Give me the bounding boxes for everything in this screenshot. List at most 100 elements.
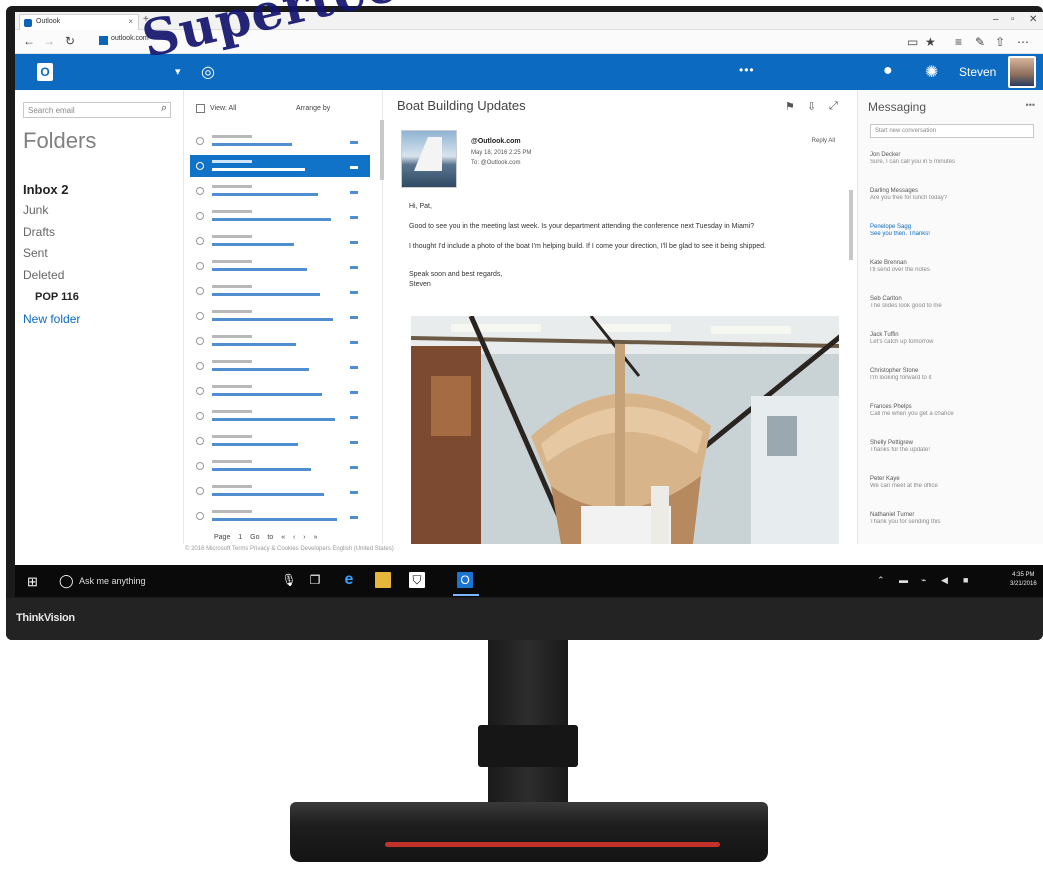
store-icon[interactable]: ⛉ (409, 572, 425, 588)
microphone-icon[interactable]: 🎙 (281, 572, 297, 588)
table-row[interactable] (190, 130, 370, 152)
browser-tab[interactable]: Outlook × (19, 14, 139, 30)
more-icon[interactable]: ⋯ (1017, 35, 1029, 49)
row-checkbox[interactable] (196, 462, 204, 470)
conversation-search-input[interactable]: Start new conversation (870, 124, 1034, 138)
reading-view-icon[interactable]: ▭ (907, 35, 918, 49)
tab-close-icon[interactable]: × (128, 17, 133, 26)
web-note-icon[interactable]: ✎ (975, 35, 985, 49)
folder-junk[interactable]: Junk (23, 203, 48, 217)
avatar[interactable] (1008, 56, 1036, 88)
row-checkbox[interactable] (196, 312, 204, 320)
chevron-up-icon[interactable]: ⌃ (877, 575, 885, 586)
table-row[interactable] (190, 180, 370, 202)
favorite-star-icon[interactable]: ★ (925, 35, 936, 49)
row-checkbox[interactable] (196, 337, 204, 345)
contact-item[interactable]: Jon Decker Sure, I can call you in 5 minu… (870, 152, 1030, 165)
reply-all-button[interactable]: Reply All (812, 138, 835, 144)
forward-icon[interactable]: → (43, 34, 55, 48)
flag-icon[interactable]: ⚑ (785, 100, 795, 113)
table-row[interactable] (190, 330, 370, 352)
table-row[interactable] (190, 205, 370, 227)
contact-item[interactable]: Darling Messages Are you free for lunch t… (870, 188, 1030, 201)
close-window-icon[interactable]: ✕ (1029, 14, 1037, 25)
sender-address[interactable]: @Outlook.com (471, 138, 521, 145)
globe-icon[interactable]: ◎ (201, 62, 215, 82)
row-checkbox[interactable] (196, 387, 204, 395)
row-checkbox[interactable] (196, 162, 204, 170)
edge-browser-icon[interactable]: e (341, 572, 357, 588)
row-checkbox[interactable] (196, 362, 204, 370)
row-checkbox[interactable] (196, 487, 204, 495)
row-checkbox[interactable] (196, 412, 204, 420)
contact-item[interactable]: Penelope Sagg See you then. Thanks! (870, 224, 1030, 237)
table-row[interactable] (190, 155, 370, 177)
more-icon[interactable]: ••• (1026, 100, 1035, 110)
table-row[interactable] (190, 280, 370, 302)
footer-links[interactable]: © 2016 Microsoft Terms Privacy & Cookies… (185, 546, 394, 552)
search-icon[interactable]: ⌕ (161, 102, 167, 115)
folder-sent[interactable]: Sent (23, 246, 48, 260)
outlook-taskbar-icon[interactable]: O (457, 572, 473, 588)
windows-start-icon[interactable]: ⊞ (27, 574, 38, 590)
arrange-by-button[interactable]: Arrange by (296, 105, 330, 112)
gear-icon[interactable]: ✺ (925, 62, 938, 82)
row-checkbox[interactable] (196, 437, 204, 445)
contact-item[interactable]: Nathaniel Turner Thank you for sending th… (870, 512, 1030, 525)
search-input[interactable]: Search email (23, 102, 171, 118)
scrollbar[interactable] (849, 190, 853, 260)
view-filter[interactable]: View: All (210, 105, 236, 112)
new-folder-link[interactable]: New folder (23, 312, 80, 326)
table-row[interactable] (190, 505, 370, 527)
outlook-logo-icon[interactable]: O (37, 63, 53, 81)
maximize-icon[interactable]: ▫ (1011, 14, 1015, 25)
download-icon[interactable]: ⇩ (807, 100, 816, 113)
hub-icon[interactable]: ≡ (955, 35, 962, 49)
table-row[interactable] (190, 480, 370, 502)
refresh-icon[interactable]: ↻ (65, 34, 75, 48)
table-row[interactable] (190, 305, 370, 327)
row-checkbox[interactable] (196, 512, 204, 520)
row-checkbox[interactable] (196, 237, 204, 245)
contact-item[interactable]: Christopher Stone I'm looking forward to … (870, 368, 1030, 381)
volume-icon[interactable]: ◀ (941, 575, 948, 586)
folder-deleted[interactable]: Deleted (23, 268, 64, 282)
cortana-search[interactable]: Ask me anything (79, 576, 146, 586)
task-view-icon[interactable]: ❐ (307, 572, 323, 588)
network-icon[interactable]: ⌁ (921, 575, 926, 586)
notifications-icon[interactable]: ■ (963, 575, 968, 585)
contact-item[interactable]: Peter Kaye We can meet at the office (870, 476, 1030, 489)
contact-item[interactable]: Seb Carlton The slides look good to me (870, 296, 1030, 309)
more-icon[interactable]: ••• (739, 63, 755, 77)
contact-item[interactable]: Kate Brennan I'll send over the notes (870, 260, 1030, 273)
back-icon[interactable]: ← (23, 34, 35, 48)
row-checkbox[interactable] (196, 137, 204, 145)
contact-item[interactable]: Frances Phelps Call me when you get a cha… (870, 404, 1030, 417)
row-checkbox[interactable] (196, 262, 204, 270)
scrollbar[interactable] (380, 120, 384, 180)
table-row[interactable] (190, 230, 370, 252)
row-checkbox[interactable] (196, 212, 204, 220)
select-all-checkbox[interactable] (196, 104, 205, 113)
battery-icon[interactable]: ▬ (899, 575, 908, 585)
contact-item[interactable]: Jack Tuffin Let's catch up tomorrow (870, 332, 1030, 345)
chevron-down-icon[interactable]: ▾ (175, 65, 181, 78)
folder-drafts[interactable]: Drafts (23, 225, 55, 239)
pager[interactable]: Page 1 Go to « ‹ › » (214, 534, 317, 541)
table-row[interactable] (190, 380, 370, 402)
folder-pop[interactable]: POP 116 (35, 291, 79, 303)
table-row[interactable] (190, 455, 370, 477)
table-row[interactable] (190, 430, 370, 452)
clock[interactable]: 4:35 PM 3/21/2016 (1010, 571, 1037, 589)
contact-item[interactable]: Shelly Pettigrew Thanks for the update! (870, 440, 1030, 453)
minimize-icon[interactable]: – (993, 14, 999, 25)
share-icon[interactable]: ⇧ (995, 35, 1005, 49)
user-name[interactable]: Steven (959, 65, 996, 79)
table-row[interactable] (190, 355, 370, 377)
row-checkbox[interactable] (196, 287, 204, 295)
table-row[interactable] (190, 405, 370, 427)
expand-icon[interactable]: ⤢ (829, 100, 838, 113)
cortana-icon[interactable]: ◯ (59, 573, 74, 589)
table-row[interactable] (190, 255, 370, 277)
file-explorer-icon[interactable] (375, 572, 391, 588)
